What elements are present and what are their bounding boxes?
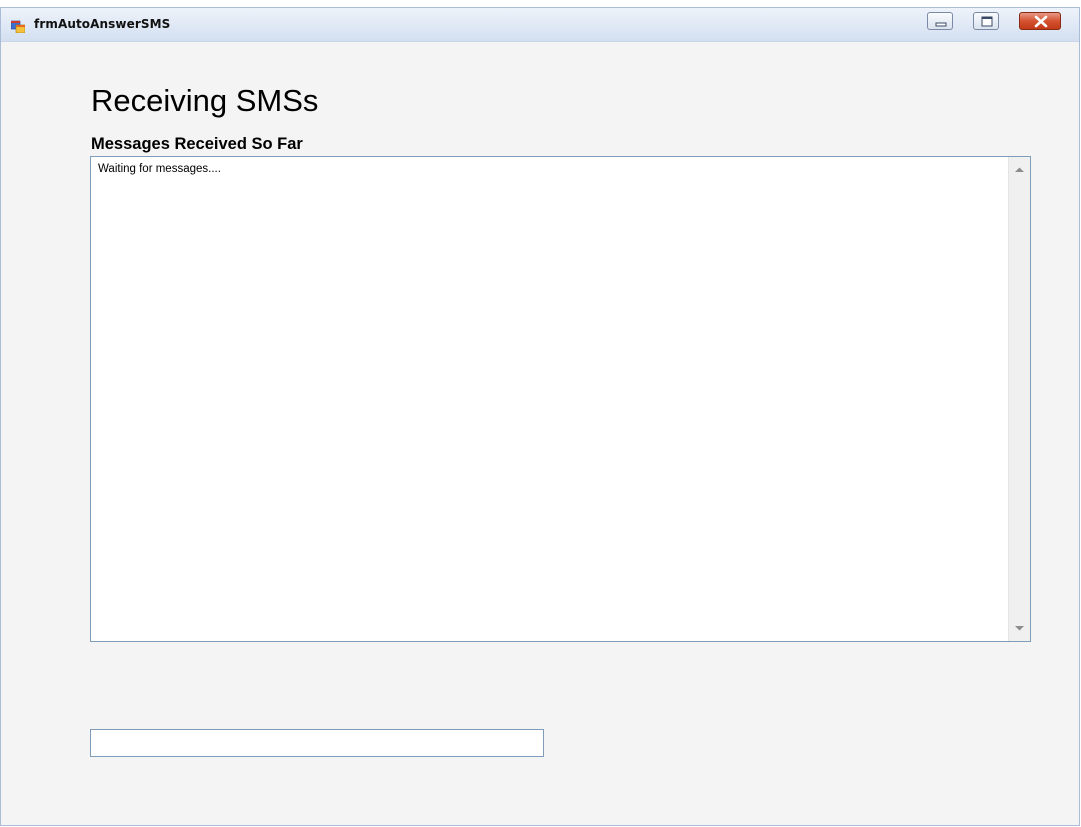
window-title: frmAutoAnswerSMS [34,17,171,31]
title-bar[interactable]: frmAutoAnswerSMS [1,8,1079,42]
scroll-down-arrow-icon[interactable] [1013,623,1026,633]
app-window: frmAutoAnswerSMS Receiving SMSs Messages… [0,7,1080,826]
messages-textbox[interactable]: Waiting for messages.... [90,156,1031,642]
vertical-scrollbar[interactable] [1008,157,1030,641]
maximize-button[interactable] [973,12,999,30]
scroll-up-arrow-icon[interactable] [1013,165,1026,175]
messages-section-label: Messages Received So Far [91,135,303,153]
close-button[interactable] [1019,12,1061,30]
application-window-icon[interactable] [10,18,26,34]
page-title: Receiving SMSs [91,83,319,118]
sms-input-field[interactable] [90,729,544,757]
minimize-icon [935,22,947,27]
minimize-button[interactable] [927,12,953,30]
maximize-icon [981,16,993,27]
messages-content: Waiting for messages.... [98,163,221,175]
close-icon [1034,15,1048,28]
